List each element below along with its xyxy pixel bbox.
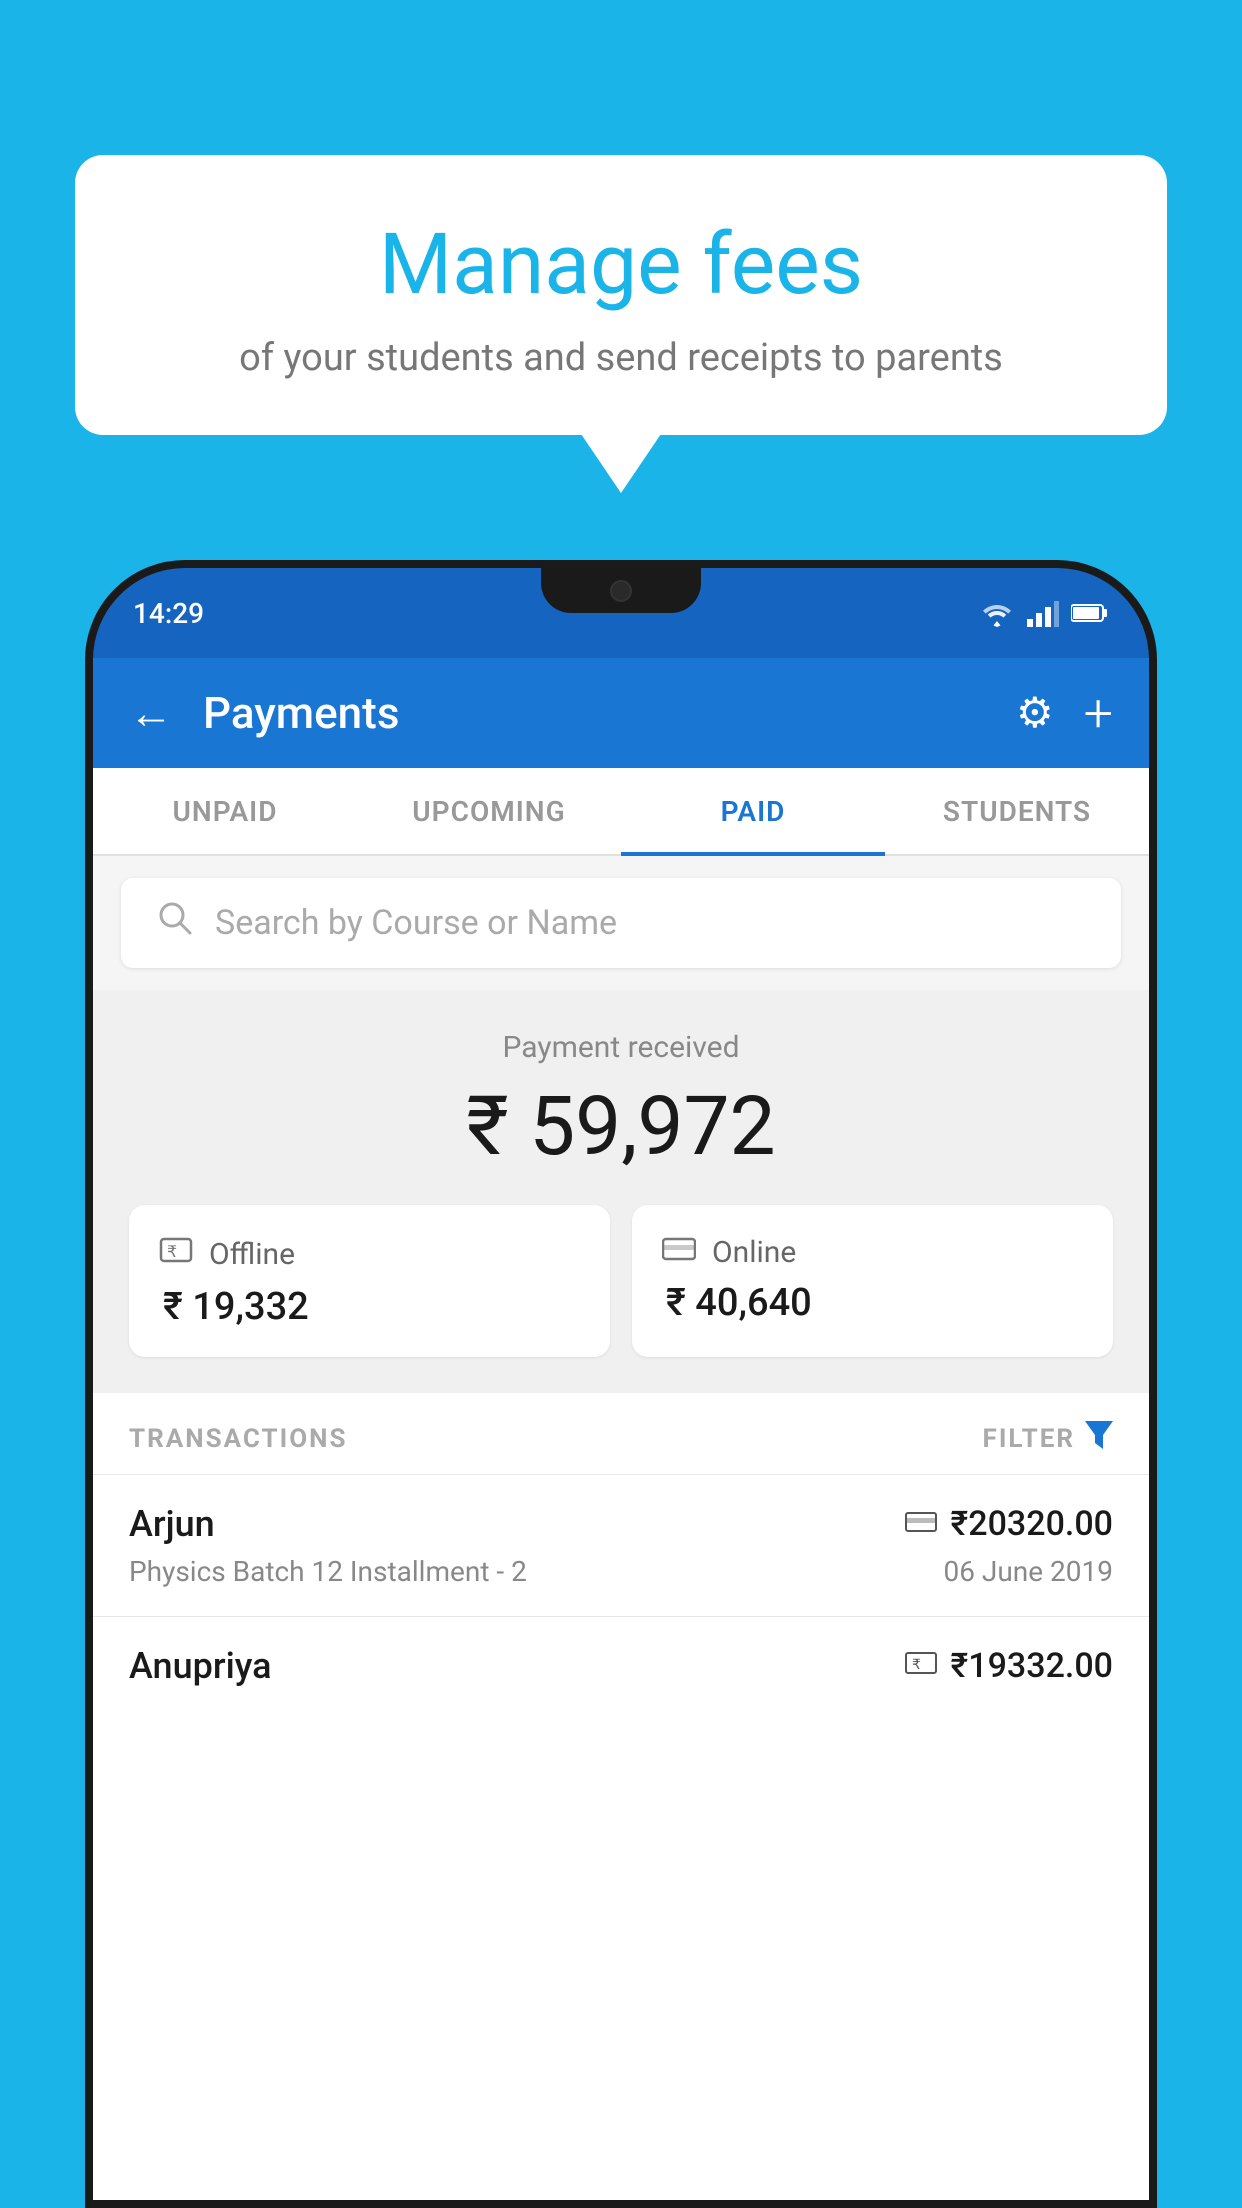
card-icon-arjun	[905, 1508, 937, 1541]
transactions-header: TRANSACTIONS FILTER	[93, 1393, 1149, 1474]
transaction-date-arjun: 06 June 2019	[943, 1555, 1113, 1588]
offline-card: ₹ Offline ₹ 19,332	[129, 1205, 610, 1357]
bubble-subtitle: of your students and send receipts to pa…	[135, 336, 1107, 380]
notch-camera	[610, 580, 632, 602]
signal-icon	[1027, 599, 1059, 627]
tab-paid[interactable]: PAID	[621, 768, 885, 854]
transaction-bottom-arjun: Physics Batch 12 Installment - 2 06 June…	[129, 1555, 1113, 1588]
filter-icon	[1085, 1421, 1113, 1456]
power-button	[1149, 898, 1157, 1038]
tab-students[interactable]: STUDENTS	[885, 768, 1149, 854]
app-bar-title: Payments	[203, 687, 986, 739]
transaction-amount-value-arjun: ₹20320.00	[951, 1504, 1113, 1544]
add-button[interactable]: +	[1084, 683, 1113, 744]
status-icons	[979, 599, 1109, 627]
transaction-amount-arjun: ₹20320.00	[905, 1504, 1113, 1544]
search-box[interactable]: Search by Course or Name	[121, 878, 1121, 968]
notch	[541, 568, 701, 613]
volume-up-button	[85, 848, 93, 928]
online-card: Online ₹ 40,640	[632, 1205, 1113, 1357]
transaction-top-arjun: Arjun ₹20320.00	[129, 1503, 1113, 1545]
app-bar: ← Payments ⚙ +	[93, 658, 1149, 768]
online-amount: ₹ 40,640	[662, 1281, 812, 1325]
online-card-header: Online	[662, 1233, 796, 1271]
transaction-name-arjun: Arjun	[129, 1503, 215, 1545]
online-label: Online	[712, 1235, 796, 1270]
speech-bubble: Manage fees of your students and send re…	[75, 155, 1167, 435]
tab-unpaid[interactable]: UNPAID	[93, 768, 357, 854]
transactions-label: TRANSACTIONS	[129, 1424, 347, 1454]
phone-frame: 14:29 ←	[85, 560, 1157, 2208]
payment-received-label: Payment received	[129, 1030, 1113, 1065]
transaction-course-arjun: Physics Batch 12 Installment - 2	[129, 1555, 527, 1588]
svg-text:₹: ₹	[912, 1656, 921, 1672]
transaction-amount-value-anupriya: ₹19332.00	[951, 1646, 1113, 1686]
transaction-name-anupriya: Anupriya	[129, 1645, 272, 1687]
payment-cards: ₹ Offline ₹ 19,332	[129, 1205, 1113, 1357]
status-bar: 14:29	[93, 568, 1149, 658]
app-bar-actions: ⚙ +	[1016, 683, 1113, 744]
search-icon	[157, 900, 193, 946]
cash-icon-anupriya: ₹	[905, 1649, 937, 1684]
transaction-top-anupriya: Anupriya ₹ ₹19332.00	[129, 1645, 1113, 1687]
settings-button[interactable]: ⚙	[1016, 688, 1054, 738]
filter-label: FILTER	[983, 1424, 1075, 1454]
offline-amount: ₹ 19,332	[159, 1285, 309, 1329]
status-time: 14:29	[133, 597, 204, 630]
bubble-pointer	[579, 431, 663, 493]
search-container: Search by Course or Name	[93, 856, 1149, 990]
payment-received-section: Payment received ₹ 59,972 ₹ Offline	[93, 990, 1149, 1393]
back-button[interactable]: ←	[129, 687, 173, 739]
transaction-row-arjun[interactable]: Arjun ₹20320.00 Physics Batch 12 Install…	[93, 1474, 1149, 1616]
wifi-icon	[979, 599, 1015, 627]
card-icon	[662, 1233, 696, 1271]
payment-received-amount: ₹ 59,972	[129, 1079, 1113, 1175]
transaction-amount-anupriya: ₹ ₹19332.00	[905, 1646, 1113, 1686]
battery-icon	[1071, 602, 1109, 624]
volume-down-button	[85, 958, 93, 1038]
tab-upcoming[interactable]: UPCOMING	[357, 768, 621, 854]
transaction-row-anupriya[interactable]: Anupriya ₹ ₹19332.00	[93, 1616, 1149, 1725]
search-placeholder-text: Search by Course or Name	[215, 903, 617, 943]
cash-icon: ₹	[159, 1233, 193, 1275]
tabs-bar: UNPAID UPCOMING PAID STUDENTS	[93, 768, 1149, 856]
offline-label: Offline	[209, 1237, 295, 1272]
filter-button[interactable]: FILTER	[983, 1421, 1113, 1456]
svg-text:₹: ₹	[167, 1244, 177, 1261]
screen: ← Payments ⚙ + UNPAID UPCOMING PAID STUD…	[93, 658, 1149, 2200]
offline-card-header: ₹ Offline	[159, 1233, 295, 1275]
bubble-title: Manage fees	[135, 215, 1107, 314]
